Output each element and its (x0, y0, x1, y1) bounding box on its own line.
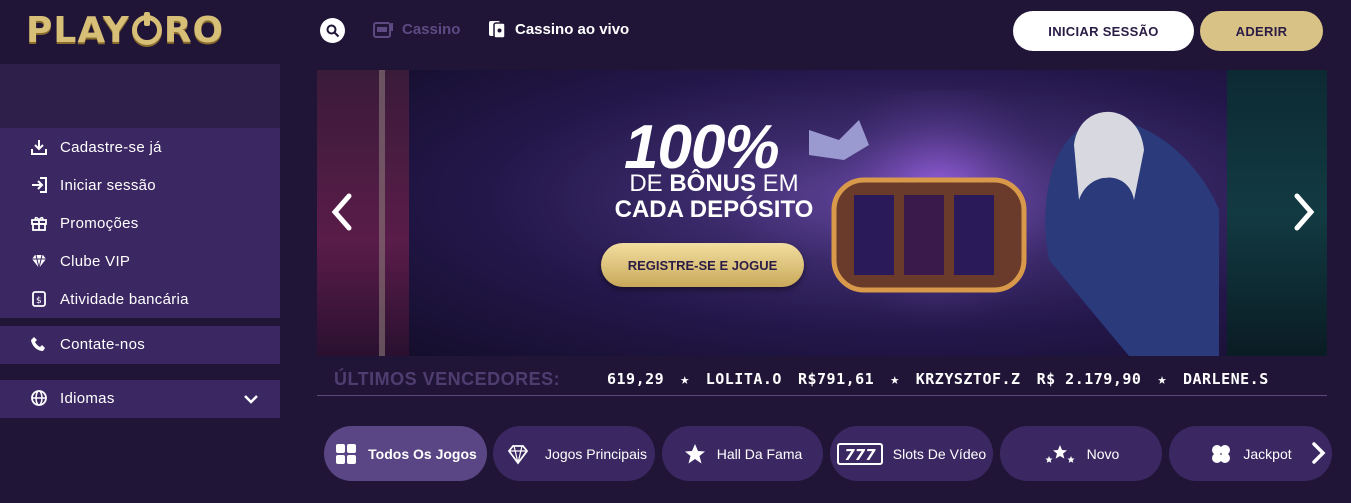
winner-name: KRZYSZTOF.Z (915, 370, 1021, 388)
join-button[interactable]: ADERIR (1200, 11, 1323, 51)
tab-new[interactable]: Novo (1000, 426, 1162, 481)
nav-live-casino-label: Cassino ao vivo (515, 20, 630, 38)
cards-icon (489, 21, 506, 39)
tab-top-games[interactable]: Jogos Principais (493, 426, 655, 481)
promo-line-1-bold: BÔNUS (669, 170, 756, 197)
sidebar-top-spacer (0, 64, 280, 128)
header: PLAY RO Cassino Cassino ao vivo INICIAR S… (0, 0, 1351, 64)
star-icon: ★ (680, 370, 690, 388)
slot-machine-icon (373, 22, 393, 38)
login-icon (32, 177, 47, 193)
winners-label: ÚLTIMOS VENCEDORES: (334, 369, 561, 389)
sidebar-contact[interactable]: Contate-nos (0, 326, 280, 364)
svg-text:$: $ (36, 296, 42, 306)
tab-label: Novo (1086, 445, 1120, 462)
winner-name: LOLITA.O (705, 370, 782, 388)
tab-label: Todos Os Jogos (368, 445, 477, 462)
sidebar-item-banking[interactable]: $ Atividade bancária (30, 290, 189, 308)
tab-label: Hall Da Fama (716, 445, 803, 462)
chevron-right-icon[interactable] (1289, 192, 1319, 232)
star-icon (684, 443, 705, 463)
tab-video-slots[interactable]: 777 Slots De Vídeo (830, 426, 993, 481)
tab-hall-of-fame[interactable]: Hall Da Fama (662, 426, 823, 481)
diamond-icon (32, 254, 46, 269)
sidebar-item-label: Cadastre-se já (60, 138, 162, 156)
clover-icon (1212, 444, 1231, 463)
777-icon: 777 (836, 442, 883, 465)
chevron-down-icon[interactable] (243, 392, 259, 406)
winners-ticker: ÚLTIMOS VENCEDORES: 619,29 ★ LOLITA.O R$… (317, 362, 1327, 396)
nav-casino-label: Cassino (402, 20, 461, 38)
promo-line-1: DE BÔNUS EM (599, 170, 829, 198)
winner-amount: R$ 2.179,90 (1036, 370, 1142, 388)
search-icon (326, 24, 339, 37)
globe-icon (31, 390, 47, 406)
grid-icon (336, 443, 357, 464)
sidebar-item-label: Promoções (60, 214, 139, 232)
winners-list: 619,29 ★ LOLITA.O R$791,61 ★ KRZYSZTOF.Z… (607, 370, 1269, 388)
stars-icon (1045, 444, 1075, 463)
sidebar-item-label: Atividade bancária (60, 290, 189, 308)
sidebar-item-label: Iniciar sessão (60, 176, 156, 194)
chevron-left-icon[interactable] (327, 192, 357, 232)
search-button[interactable] (320, 18, 345, 43)
nav-casino[interactable]: Cassino (372, 19, 460, 39)
promo-line-1-pre: DE (629, 170, 663, 197)
sidebar-item-vip[interactable]: Clube VIP (30, 252, 130, 270)
tab-jackpot[interactable]: Jackpot (1169, 426, 1332, 481)
gift-icon (31, 216, 47, 231)
promo-line-1-post: EM (762, 170, 799, 197)
winner-amount: 619,29 (607, 370, 665, 388)
promo-line-2: CADA DEPÓSITO (614, 196, 814, 223)
diamond-icon (507, 444, 529, 464)
sidebar-language-label: Idiomas (60, 389, 115, 407)
login-button[interactable]: INICIAR SESSÃO (1013, 11, 1194, 51)
star-icon: ★ (890, 370, 900, 388)
nav-live-casino[interactable]: Cassino ao vivo (487, 19, 629, 39)
winner-amount: R$791,61 (797, 370, 875, 388)
sidebar-item-language[interactable]: Idiomas (30, 389, 115, 407)
promo-banner[interactable]: 100% DE BÔNUS EM CADA DEPÓSITO REGISTRE-… (317, 70, 1327, 356)
banner-main-slide: 100% DE BÔNUS EM CADA DEPÓSITO REGISTRE-… (409, 70, 1227, 356)
money-icon: $ (32, 291, 46, 307)
tab-all-games[interactable]: Todos Os Jogos (324, 426, 487, 481)
sidebar-item-contact[interactable]: Contate-nos (30, 335, 145, 353)
sidebar-contact-label: Contate-nos (60, 335, 146, 353)
chevron-right-icon[interactable] (1310, 441, 1326, 465)
sidebar-item-register[interactable]: Cadastre-se já (30, 138, 162, 156)
sidebar-item-label: Clube VIP (60, 252, 131, 270)
tab-label: Slots De Vídeo (892, 445, 987, 462)
star-icon: ★ (1157, 370, 1167, 388)
tab-label: Jogos Principais (545, 445, 647, 462)
sidebar-item-login[interactable]: Iniciar sessão (30, 176, 156, 194)
playoro-logo[interactable]: PLAY RO (26, 8, 224, 52)
sidebar-item-promotions[interactable]: Promoções (30, 214, 139, 232)
game-category-tabs: Todos Os Jogos Jogos Principais Hall Da … (324, 426, 1334, 481)
download-icon (31, 140, 47, 155)
sidebar-language[interactable]: Idiomas (0, 380, 280, 418)
phone-icon (31, 337, 45, 351)
svg-text:777: 777 (844, 446, 876, 464)
winner-name: DARLENE.S (1182, 370, 1269, 388)
register-play-button[interactable]: REGISTRE-SE E JOGUE (601, 243, 804, 287)
logo-o-icon (131, 12, 162, 45)
tab-label: Jackpot (1243, 445, 1292, 462)
sidebar-menu: Cadastre-se já Iniciar sessão Promoções … (0, 128, 280, 318)
